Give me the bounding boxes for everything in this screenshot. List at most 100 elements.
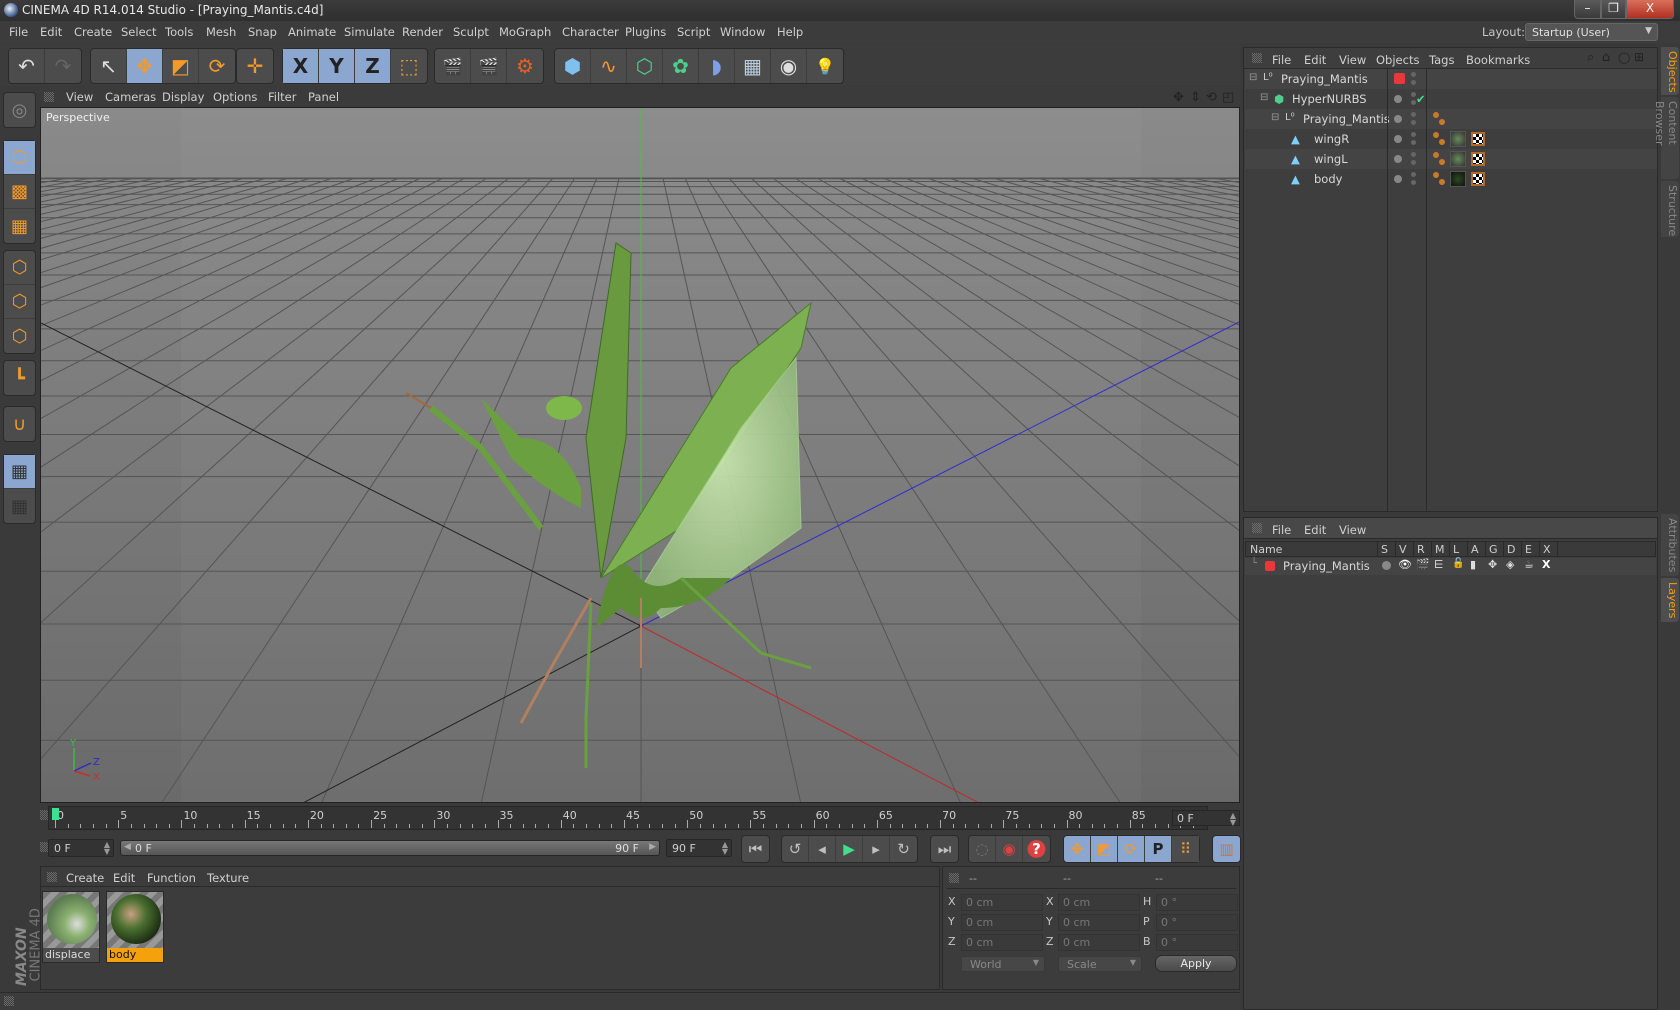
column-locked[interactable]: L [1453,543,1459,556]
object-menu-bookmarks[interactable]: Bookmarks [1466,53,1530,67]
editor-visibility-dot[interactable] [1411,112,1416,117]
locked-workplane-button[interactable]: ▦ [4,455,35,489]
phong-tag-icon[interactable] [1433,172,1439,178]
spinner-icon[interactable]: ▲ ▼ [104,841,110,856]
view-eye-icon[interactable]: 👁 [1398,558,1412,571]
layer-menu-view[interactable]: View [1339,523,1366,537]
layer-dot[interactable] [1394,155,1402,163]
editor-visibility-dot[interactable] [1411,172,1416,177]
move-view-icon[interactable]: ✥ [1173,90,1184,105]
menu-create[interactable]: Create [74,25,112,39]
array-button[interactable]: ✿ [663,49,699,83]
layer-color-swatch[interactable] [1265,561,1275,571]
render-visibility-dot[interactable] [1411,180,1416,185]
layer-color-swatch[interactable] [1394,73,1405,84]
material-menu-texture[interactable]: Texture [207,871,249,885]
play-button[interactable]: ▶ [836,836,863,862]
solo-toggle[interactable] [1382,561,1391,570]
column-generators[interactable]: G [1489,543,1498,556]
object-menu-tags[interactable]: Tags [1429,53,1454,67]
timeline-ruler[interactable]: 051015202530354045505560657075808590 [40,804,1240,830]
object-menu-file[interactable]: File [1272,53,1291,67]
key-rotation-button[interactable]: ⟳ [1118,836,1145,862]
current-frame-field[interactable]: 0 F ▲ ▼ [1172,810,1240,827]
camera-label[interactable]: Perspective [43,110,113,125]
material-menu-edit[interactable]: Edit [113,871,135,885]
object-name[interactable]: wingR [1314,132,1349,146]
edges-mode-button[interactable]: ⬡ [4,285,35,319]
end-frame-field[interactable]: 90 F ▲ ▼ [666,839,732,857]
tab-content-browser[interactable]: Content Browser [1653,97,1679,179]
model-mode-button[interactable]: ⬡ [4,141,35,175]
polygons-mode-button[interactable]: ⬡ [4,319,35,353]
tree-row[interactable]: ▲ body [1245,169,1657,189]
tree-row[interactable]: ⊟ L⁰ Praying_Mantis [1245,69,1657,89]
texture-mode-button[interactable]: ▩ [4,175,35,209]
collapse-icon[interactable]: ⊟ [1271,112,1279,123]
viewport-menu-filter[interactable]: Filter [268,90,296,104]
uvw-tag-icon[interactable] [1471,152,1485,166]
menu-render[interactable]: Render [402,25,443,39]
editor-visibility-dot[interactable] [1411,152,1416,157]
uvw-tag-icon[interactable] [1471,132,1485,146]
workplane-mode-button[interactable]: ▦ [4,209,35,243]
size-x-field[interactable]: 0 cm [1058,894,1140,911]
object-name[interactable]: Praying_Mantis [1303,112,1390,126]
timeline-track[interactable]: 051015202530354045505560657075808590 [48,806,1209,830]
panel-grip-icon[interactable] [1252,53,1262,63]
panel-grip-icon[interactable] [4,996,14,1006]
render-visibility-dot[interactable] [1411,120,1416,125]
floor-button[interactable]: ▦ [735,49,771,83]
toggle-layout-icon[interactable]: ◰ [1222,90,1234,105]
points-mode-button[interactable]: ⬡ [4,251,35,285]
maximize-button[interactable]: ❐ [1601,0,1626,19]
previous-key-button[interactable]: ↺ [782,836,809,862]
layer-menu-edit[interactable]: Edit [1304,523,1326,537]
redo-button[interactable]: ↷ [45,49,81,83]
menu-select[interactable]: Select [121,25,156,39]
search-icon[interactable]: ⌕ [1587,50,1594,65]
render-clapper-icon[interactable]: 🎬 [1416,558,1430,571]
go-to-end-button[interactable]: ⏭ [931,836,958,862]
enabled-check-icon[interactable]: ✔ [1416,92,1426,106]
column-xref[interactable]: X [1543,543,1551,556]
range-left-arrow-icon[interactable]: ◀ [124,842,131,852]
column-render[interactable]: R [1417,543,1425,556]
minimize-button[interactable]: – [1574,0,1601,19]
key-pla-button[interactable]: ⠿ [1172,836,1199,862]
render-view-button[interactable]: 🎬 [435,49,471,83]
menu-sculpt[interactable]: Sculpt [453,25,489,39]
object-menu-edit[interactable]: Edit [1304,53,1326,67]
phong-tag-icon[interactable] [1433,132,1439,138]
tree-row[interactable]: ▲ wingR [1245,129,1657,149]
size-mode-select[interactable]: Scale ▼ [1058,956,1142,972]
position-x-field[interactable]: 0 cm [961,894,1043,911]
render-settings-button[interactable]: ⚙ [507,49,543,83]
editor-visibility-dot[interactable] [1411,132,1416,137]
viewport-menu-display[interactable]: Display [162,90,204,104]
menu-help[interactable]: Help [777,25,803,39]
menu-mograph[interactable]: MoGraph [499,25,551,39]
rotation-p-field[interactable]: 0 ° [1156,914,1238,931]
close-button[interactable]: X [1626,0,1674,19]
position-z-field[interactable]: 0 cm [961,934,1043,951]
layer-dot[interactable] [1394,175,1402,183]
viewport-menu-panel[interactable]: Panel [308,90,339,104]
object-name[interactable]: Praying_Mantis [1281,72,1368,86]
material-menu-function[interactable]: Function [147,871,196,885]
material-tag-icon[interactable] [1450,131,1466,147]
panel-grip-icon[interactable] [44,92,54,102]
tree-row[interactable]: ⊟ ⬢ HyperNURBS ✔ [1245,89,1657,109]
rotation-h-field[interactable]: 0 ° [1156,894,1238,911]
menu-edit[interactable]: Edit [40,25,62,39]
column-divider[interactable] [1426,69,1427,511]
animation-film-icon[interactable]: ▮ [1470,558,1476,571]
object-name[interactable]: body [1314,172,1342,186]
phong-tag-icon[interactable] [1439,119,1445,125]
viewport-3d[interactable]: Y Z X Perspective [40,107,1240,803]
column-solo[interactable]: S [1381,543,1388,556]
preview-range-slider[interactable]: ◀ 0 F 90 F ▶ [120,840,660,856]
collapse-icon[interactable]: ⊟ [1260,92,1268,103]
tab-layers[interactable]: Layers [1661,578,1679,622]
zoom-view-icon[interactable]: ⇕ [1190,90,1201,105]
